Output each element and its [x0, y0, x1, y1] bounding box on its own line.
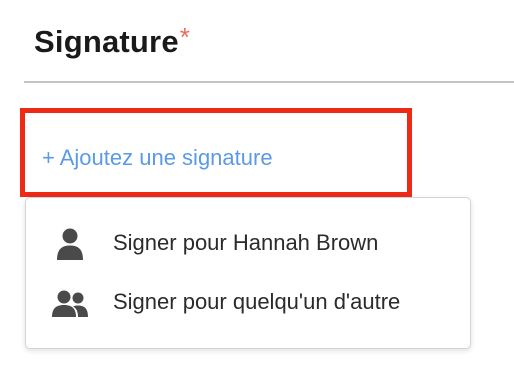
signature-title-text: Signature: [34, 24, 179, 59]
title-divider: [24, 81, 514, 83]
required-marker: *: [179, 22, 191, 52]
menu-item-sign-for-self[interactable]: Signer pour Hannah Brown: [26, 215, 470, 273]
menu-item-label: Signer pour quelqu'un d'autre: [113, 289, 401, 314]
menu-item-label: Signer pour Hannah Brown: [113, 230, 379, 255]
people-icon: [52, 290, 88, 317]
add-signature-link[interactable]: + Ajoutez une signature: [42, 145, 273, 171]
person-icon: [57, 228, 83, 260]
signature-dropdown-menu: Signer pour Hannah Brown Signer pour que…: [25, 197, 471, 349]
menu-item-sign-for-other[interactable]: Signer pour quelqu'un d'autre: [26, 274, 470, 332]
signature-field-title: Signature*: [34, 22, 191, 60]
